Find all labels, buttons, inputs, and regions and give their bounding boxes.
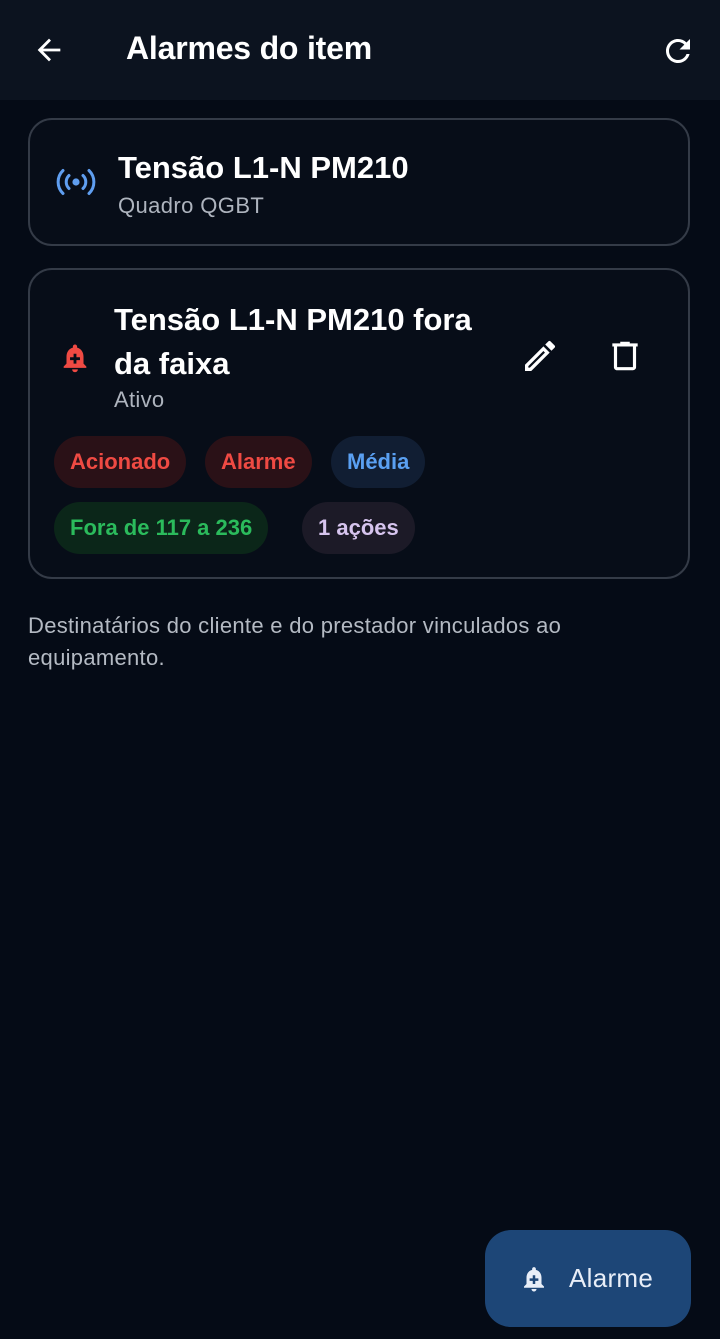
chip-severity: Média [331, 436, 426, 488]
refresh-icon[interactable] [660, 33, 696, 69]
edit-icon[interactable] [520, 336, 560, 376]
app-bar: Alarmes do item [0, 0, 720, 100]
bell-plus-icon [63, 344, 87, 373]
alarm-title: Tensão L1-N PM210 fora da faixa [114, 302, 472, 381]
alarm-status: Ativo [114, 387, 165, 412]
delete-icon[interactable] [606, 336, 644, 376]
chip-range: Fora de 117 a 236 [54, 502, 269, 554]
add-alarm-label: Alarme [569, 1263, 654, 1293]
page-title: Alarmes do item [126, 30, 372, 66]
sensor-signal-icon [56, 169, 96, 195]
recipients-note: Destinatários do cliente e do prestador … [28, 613, 562, 670]
chip-actions: 1 ações [302, 502, 415, 554]
chip-type: Alarme [205, 436, 312, 488]
item-card[interactable]: Tensão L1-N PM210 Quadro QGBT [28, 118, 690, 246]
chip-triggered: Acionado [54, 436, 187, 488]
item-location: Quadro QGBT [118, 193, 265, 218]
item-name: Tensão L1-N PM210 [118, 150, 409, 185]
add-alarm-icon [524, 1267, 544, 1292]
alarm-card[interactable]: Tensão L1-N PM210 fora da faixa Ativo Ac… [28, 268, 690, 579]
add-alarm-button[interactable]: Alarme [485, 1230, 691, 1327]
arrow-back-icon[interactable] [32, 33, 66, 67]
